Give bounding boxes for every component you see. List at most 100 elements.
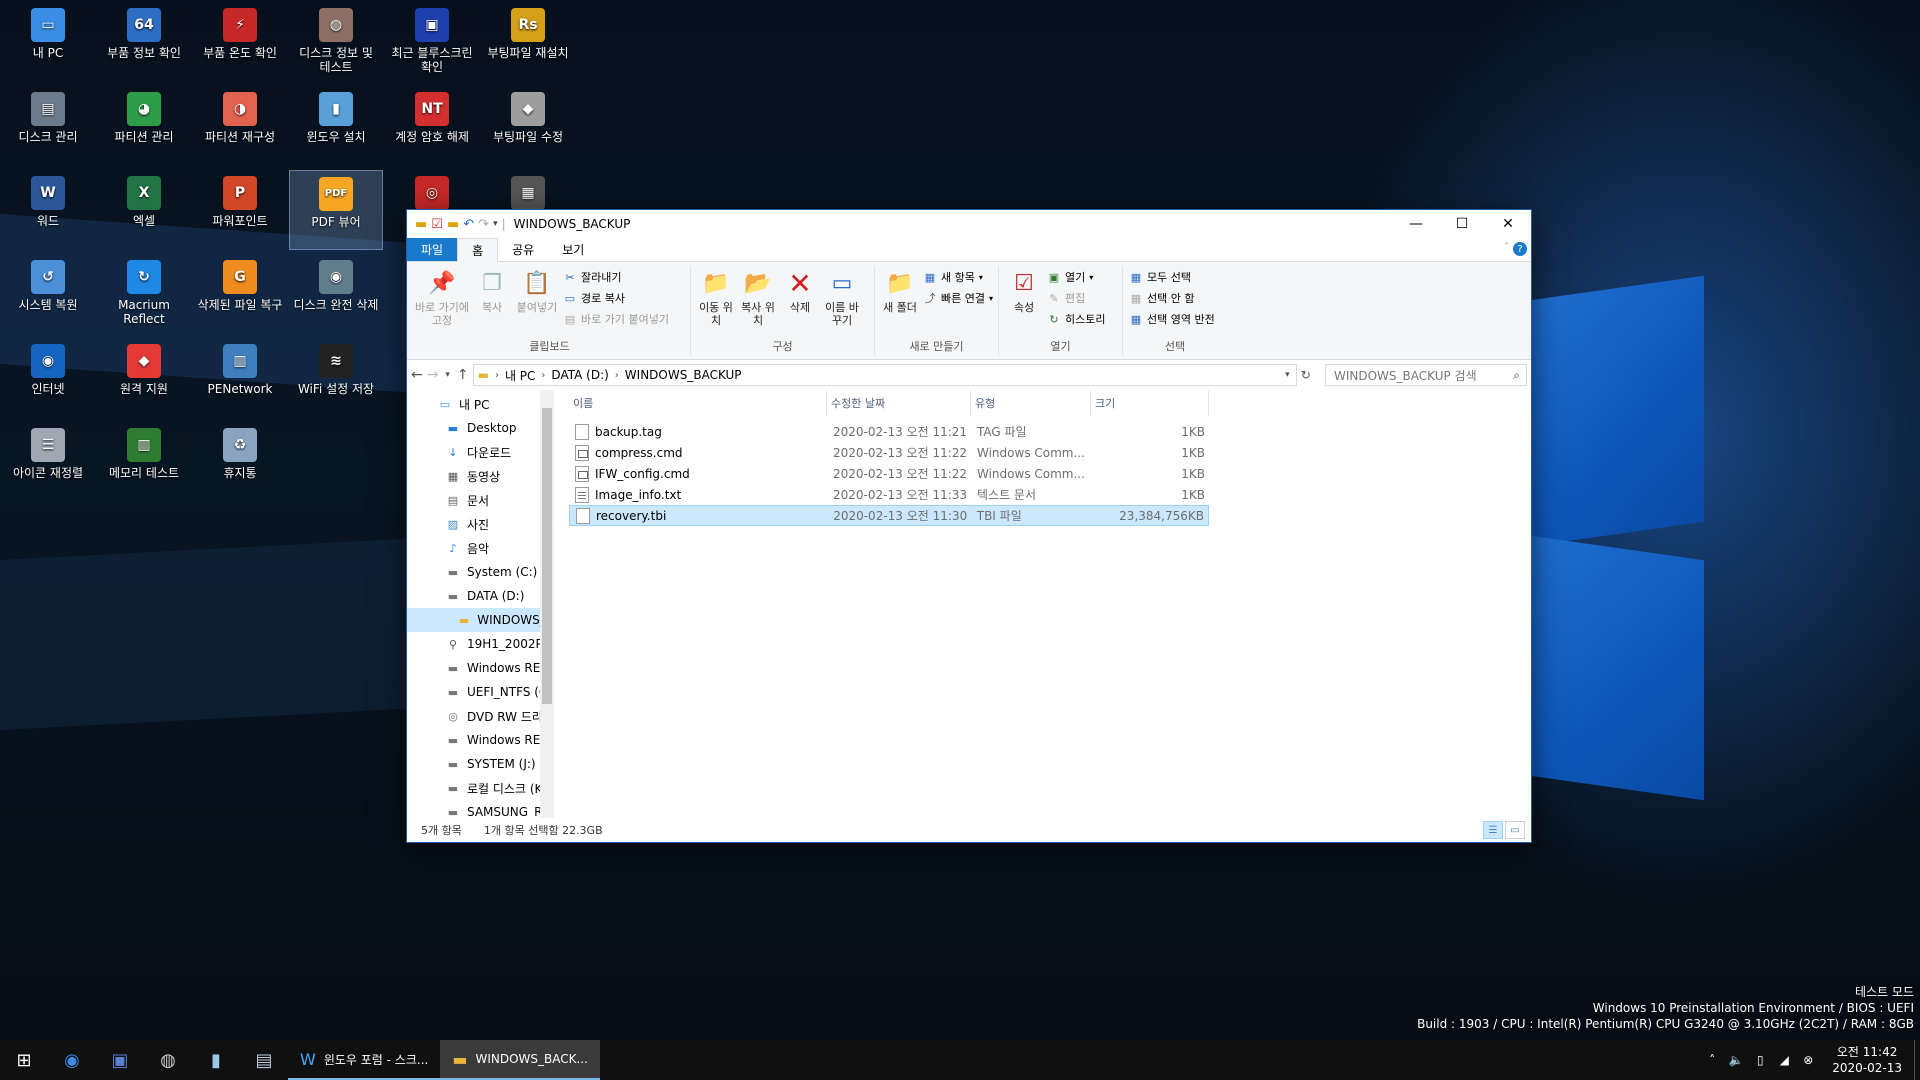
- new-folder-icon[interactable]: ▬: [447, 217, 459, 232]
- start-button[interactable]: ⊞: [0, 1040, 48, 1080]
- desktop-icon-disk-info[interactable]: ◍ 디스크 정보 및 테스트: [289, 2, 383, 82]
- properties-icon[interactable]: ☑: [431, 217, 443, 232]
- nav-item[interactable]: ▦ 동영상: [407, 464, 554, 488]
- collapse-ribbon-icon[interactable]: ˄: [1504, 242, 1509, 253]
- select-all-button[interactable]: ▦ 모두 선택: [1129, 268, 1215, 286]
- file-row[interactable]: backup.tag 2020-02-13 오전 11:21 TAG 파일 1KB: [569, 421, 1209, 442]
- show-desktop-button[interactable]: [1914, 1040, 1920, 1080]
- tab-file[interactable]: 파일: [407, 238, 458, 261]
- breadcrumb-this-pc[interactable]: 내 PC: [505, 367, 535, 384]
- recent-locations-icon[interactable]: ▾: [442, 370, 452, 380]
- column-name[interactable]: 이름: [569, 390, 827, 416]
- undo-icon[interactable]: ↶: [463, 217, 474, 232]
- nav-scrollbar[interactable]: [540, 390, 554, 818]
- title-bar[interactable]: ▬ ☑ ▬ ↶ ↷ ▾ | WINDOWS_BACKUP — ☐ ✕: [407, 210, 1531, 238]
- taskbar-app-explorer[interactable]: ▬ WINDOWS_BACK...: [440, 1040, 600, 1080]
- nav-item[interactable]: ⚲ 19H1_2002P (: [407, 632, 554, 656]
- taskbar-notepad[interactable]: ▤: [240, 1040, 288, 1080]
- desktop-icon-temperature[interactable]: ⚡ 부품 온도 확인: [193, 2, 287, 82]
- help-icon[interactable]: ?: [1513, 242, 1527, 256]
- file-row[interactable]: recovery.tbi 2020-02-13 오전 11:30 TBI 파일 23,…: [569, 505, 1209, 526]
- taskbar-disk[interactable]: ◍: [144, 1040, 192, 1080]
- paste-shortcut-button[interactable]: ▤ 바로 가기 붙여넣기: [563, 310, 669, 328]
- desktop-icon-penetwork[interactable]: ▥ PENetwork: [193, 338, 287, 418]
- file-row[interactable]: IFW_config.cmd 2020-02-13 오전 11:22 Windows…: [569, 463, 1209, 484]
- file-explorer-window[interactable]: ▬ ☑ ▬ ↶ ↷ ▾ | WINDOWS_BACKUP — ☐ ✕ 파일 홈 …: [406, 209, 1532, 843]
- nav-item[interactable]: ▬ 로컬 디스크 (K:: [407, 776, 554, 800]
- maximize-button[interactable]: ☐: [1439, 210, 1485, 238]
- column-modified[interactable]: 수정한 날짜: [827, 390, 971, 416]
- show-hidden-icons-icon[interactable]: ˄: [1700, 1053, 1724, 1067]
- address-bar[interactable]: ▬ › 내 PC › DATA (D:) › WINDOWS_BACKUP ▾: [472, 364, 1297, 386]
- copy-path-button[interactable]: ▭ 경로 복사: [563, 289, 669, 307]
- refresh-icon[interactable]: ↻: [1301, 368, 1311, 382]
- cut-button[interactable]: ✂ 잘라내기: [563, 268, 669, 286]
- select-none-button[interactable]: ▦ 선택 안 함: [1129, 289, 1215, 307]
- minimize-button[interactable]: —: [1393, 210, 1439, 238]
- desktop-icon-system-restore[interactable]: ↺ 시스템 복원: [1, 254, 95, 334]
- desktop-icon-pdf-viewer[interactable]: PDF PDF 뷰어: [289, 170, 383, 250]
- navigation-pane[interactable]: ▭ 내 PC ▬ Desktop ↓ 다운로드 ▦ 동영상 ▤ 문서 ▨ 사진 ♪ 음악 ▬ System (…: [407, 390, 555, 818]
- nav-item[interactable]: ♪ 음악: [407, 536, 554, 560]
- invert-selection-button[interactable]: ▦ 선택 영역 반전: [1129, 310, 1215, 328]
- nav-item[interactable]: ▬ Desktop: [407, 416, 554, 440]
- nav-item[interactable]: ▬ WINDOWS_B: [407, 608, 554, 632]
- volume-icon[interactable]: 🔈: [1724, 1053, 1748, 1067]
- desktop-icon-file-recovery[interactable]: G 삭제된 파일 복구: [193, 254, 287, 334]
- column-type[interactable]: 유형: [971, 390, 1091, 416]
- desktop-icon-wifi[interactable]: ≋ WiFi 설정 저장: [289, 338, 383, 418]
- tab-home[interactable]: 홈: [457, 238, 499, 262]
- close-circle-icon[interactable]: ⊗: [1796, 1053, 1820, 1067]
- desktop-icon-recycle-bin[interactable]: ♻ 휴지통: [193, 422, 287, 502]
- nav-item[interactable]: ▬ DATA (D:): [407, 584, 554, 608]
- redo-icon[interactable]: ↷: [478, 217, 489, 232]
- details-view-icon[interactable]: ☰: [1483, 821, 1503, 839]
- desktop-icon-icon-arrange[interactable]: ☰ 아이콘 재정렬: [1, 422, 95, 502]
- file-row[interactable]: Image_info.txt 2020-02-13 오전 11:33 텍스트 문서 1…: [569, 484, 1209, 505]
- history-button[interactable]: ↻ 히스토리: [1047, 310, 1105, 328]
- easy-access-button[interactable]: ⤴ 빠른 연결 ▾: [923, 289, 994, 307]
- forward-arrow-icon[interactable]: →: [427, 367, 439, 383]
- breadcrumb-windows-backup[interactable]: WINDOWS_BACKUP: [625, 368, 742, 382]
- nav-item[interactable]: ▭ 내 PC: [407, 392, 554, 416]
- file-row[interactable]: compress.cmd 2020-02-13 오전 11:22 Windows C…: [569, 442, 1209, 463]
- nav-item[interactable]: ▤ 문서: [407, 488, 554, 512]
- nav-item[interactable]: ▬ Windows RE t: [407, 728, 554, 752]
- tab-share[interactable]: 공유: [498, 238, 548, 261]
- new-item-button[interactable]: ▦ 새 항목 ▾: [923, 268, 993, 286]
- breadcrumb-data-drive[interactable]: DATA (D:): [551, 368, 608, 382]
- search-input[interactable]: WINDOWS_BACKUP 검색 ⌕: [1324, 364, 1527, 386]
- open-button[interactable]: ▣ 열기 ▾: [1047, 268, 1105, 286]
- desktop-icon-password-reset[interactable]: NT 계정 암호 해제: [385, 86, 479, 166]
- close-button[interactable]: ✕: [1485, 210, 1531, 238]
- desktop-icon-cpuz-64[interactable]: 64 부품 정보 확인: [97, 2, 191, 82]
- desktop-icon-disk-management[interactable]: ▤ 디스크 관리: [1, 86, 95, 166]
- taskbar-firefox[interactable]: ◉: [48, 1040, 96, 1080]
- desktop-icon-word[interactable]: W 워드: [1, 170, 95, 250]
- desktop-icon-powerpoint[interactable]: P 파워포인트: [193, 170, 287, 250]
- nav-item[interactable]: ▬ SYSTEM (J:): [407, 752, 554, 776]
- edit-button[interactable]: ✎ 편집: [1047, 289, 1105, 307]
- customize-qat-icon[interactable]: ▾: [493, 219, 498, 229]
- back-arrow-icon[interactable]: ←: [411, 367, 423, 383]
- nav-item[interactable]: ↓ 다운로드: [407, 440, 554, 464]
- nav-item[interactable]: ▬ System (C:): [407, 560, 554, 584]
- large-icons-view-icon[interactable]: ▭: [1505, 821, 1525, 839]
- desktop-icon-partition-rebuild[interactable]: ◑ 파티션 재구성: [193, 86, 287, 166]
- desktop-icon-disk-wipe[interactable]: ◉ 디스크 완전 삭제: [289, 254, 383, 334]
- network-icon[interactable]: ◢: [1772, 1053, 1796, 1067]
- tab-view[interactable]: 보기: [548, 238, 598, 261]
- desktop-icon-rs[interactable]: Rs 부팅파일 재설치: [481, 2, 575, 82]
- up-arrow-icon[interactable]: ↑: [457, 367, 469, 383]
- nav-scrollbar-thumb[interactable]: [542, 408, 552, 704]
- desktop-icon-anydesk[interactable]: ◆ 원격 지원: [97, 338, 191, 418]
- desktop-icon-macrium[interactable]: ↻ Macrium Reflect: [97, 254, 191, 334]
- nav-item[interactable]: ▬ Windows RE t: [407, 656, 554, 680]
- desktop-icon-bluescreen[interactable]: ▣ 최근 블루스크린 확인: [385, 2, 479, 82]
- desktop-icon-this-pc[interactable]: ▭ 내 PC: [1, 2, 95, 82]
- nav-item[interactable]: ▬ UEFI_NTFS (G: [407, 680, 554, 704]
- nav-item[interactable]: ◎ DVD RW 드라: [407, 704, 554, 728]
- desktop-icon-memory-test[interactable]: ▥ 메모리 테스트: [97, 422, 191, 502]
- nav-item[interactable]: ▨ 사진: [407, 512, 554, 536]
- usb-icon[interactable]: ▯: [1748, 1053, 1772, 1067]
